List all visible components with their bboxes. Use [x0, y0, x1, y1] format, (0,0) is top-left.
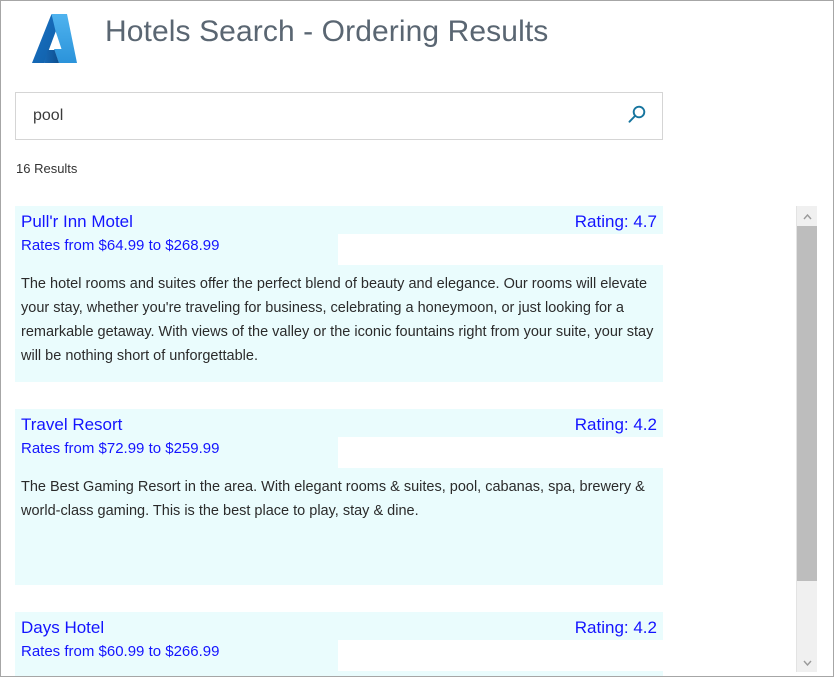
- result-card[interactable]: Travel Resort Rating: 4.2 Rates from $72…: [15, 409, 663, 585]
- hotel-name[interactable]: Days Hotel: [21, 618, 104, 638]
- hotel-rates: Rates from $72.99 to $259.99: [21, 440, 220, 457]
- search-icon: [626, 104, 648, 129]
- card-rates-row: Rates from $72.99 to $259.99: [15, 437, 663, 468]
- app-window: Hotels Search - Ordering Results 16 Resu…: [0, 0, 834, 677]
- scroll-down-arrow: [802, 653, 812, 671]
- card-rates-row: Rates from $64.99 to $268.99: [15, 234, 663, 265]
- scrollbar-thumb[interactable]: [797, 226, 817, 581]
- hotel-rating: Rating: 4.2: [574, 618, 657, 637]
- scroll-down-button[interactable]: [797, 652, 817, 672]
- card-header-row: Days Hotel Rating: 4.2: [15, 612, 663, 640]
- results-count: 16 Results: [16, 161, 78, 176]
- vertical-scrollbar[interactable]: [796, 206, 817, 672]
- card-header-row: Pull'r Inn Motel Rating: 4.7: [15, 206, 663, 234]
- app-header: Hotels Search - Ordering Results: [1, 1, 833, 79]
- page-title: Hotels Search - Ordering Results: [105, 15, 549, 48]
- rates-empty-cell: [338, 640, 663, 671]
- hotel-rating: Rating: 4.2: [574, 415, 657, 434]
- scroll-up-button[interactable]: [797, 206, 817, 226]
- scroll-up-arrow: [802, 207, 812, 225]
- hotel-description: The Best Gaming Resort in the area. With…: [21, 479, 645, 519]
- search-input[interactable]: [16, 93, 616, 139]
- hotel-rating: Rating: 4.7: [574, 212, 657, 231]
- rates-empty-cell: [338, 234, 663, 265]
- hotel-description: The hotel rooms and suites offer the per…: [21, 276, 654, 364]
- card-header-row: Travel Resort Rating: 4.2: [15, 409, 663, 437]
- result-card[interactable]: Pull'r Inn Motel Rating: 4.7 Rates from …: [15, 206, 663, 382]
- hotel-name[interactable]: Pull'r Inn Motel: [21, 212, 133, 232]
- hotel-rates: Rates from $64.99 to $268.99: [21, 237, 220, 254]
- azure-logo: [25, 9, 83, 69]
- rates-empty-cell: [338, 437, 663, 468]
- hotel-description: Mix and mingle in the heart of the city.…: [15, 671, 663, 676]
- search-bar: [15, 92, 663, 140]
- card-rates-row: Rates from $60.99 to $266.99: [15, 640, 663, 671]
- hotel-name[interactable]: Travel Resort: [21, 415, 122, 435]
- results-list[interactable]: Pull'r Inn Motel Rating: 4.7 Rates from …: [15, 206, 663, 676]
- search-button[interactable]: [618, 99, 656, 133]
- result-card[interactable]: Days Hotel Rating: 4.2 Rates from $60.99…: [15, 612, 663, 676]
- card-spacer: [15, 523, 663, 585]
- hotel-rates: Rates from $60.99 to $266.99: [21, 643, 220, 660]
- card-spacer: [15, 368, 663, 382]
